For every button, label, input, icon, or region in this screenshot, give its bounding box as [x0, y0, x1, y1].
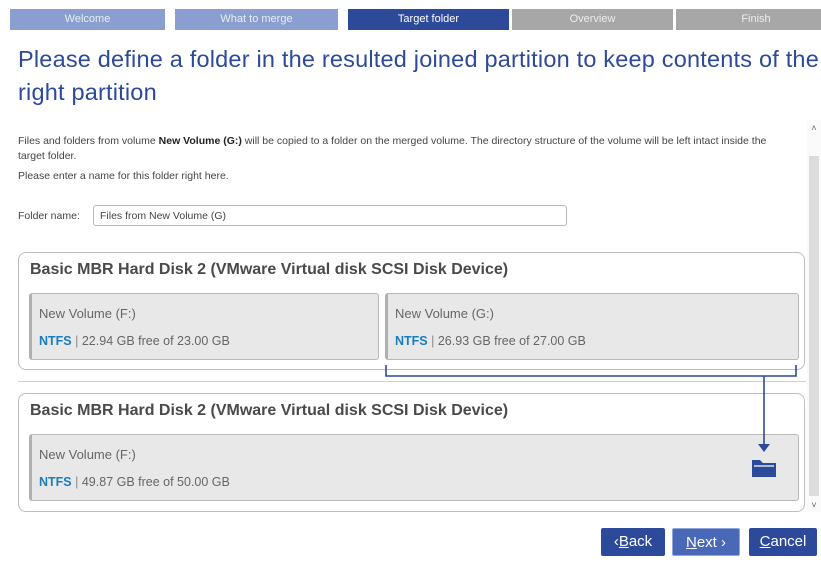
chevron-up-icon[interactable]: ˄ [807, 120, 821, 134]
partition-name: New Volume (F:) [39, 447, 136, 462]
disk-source: Basic MBR Hard Disk 2 (VMware Virtual di… [18, 252, 805, 370]
description: Files and folders from volume New Volume… [18, 134, 794, 164]
partition-size: 26.93 GB free of 27.00 GB [437, 334, 586, 348]
step-target-folder: Target folder [348, 9, 509, 30]
partition-name: New Volume (G:) [395, 306, 494, 321]
description-pre: Files and folders from volume [18, 135, 159, 147]
step-what-to-merge: What to merge [175, 9, 338, 30]
next-arrow: › [721, 534, 727, 551]
next-label: ext [696, 534, 717, 551]
partition-info: NTFS | 26.93 GB free of 27.00 GB [395, 334, 586, 348]
partition-f[interactable]: New Volume (F:) NTFS | 22.94 GB free of … [29, 293, 379, 360]
partition-info: NTFS | 49.87 GB free of 50.00 GB [39, 475, 230, 489]
partition-info: NTFS | 22.94 GB free of 23.00 GB [39, 334, 230, 348]
next-hotkey: N [685, 534, 697, 551]
wizard-steps: Welcome What to merge Target folder Over… [10, 9, 821, 30]
folder-name-input[interactable] [93, 205, 567, 226]
back-button[interactable]: ‹Back [601, 528, 665, 556]
scrollbar[interactable]: ˄ ˅ [807, 120, 821, 512]
disk-title: Basic MBR Hard Disk 2 (VMware Virtual di… [30, 402, 509, 419]
separator: | [431, 334, 435, 348]
divider [18, 381, 806, 382]
back-hotkey: B [618, 533, 629, 550]
disk-title: Basic MBR Hard Disk 2 (VMware Virtual di… [30, 261, 509, 278]
filesystem-label: NTFS [39, 334, 72, 348]
separator: | [75, 334, 79, 348]
step-overview: Overview [512, 9, 673, 30]
cancel-hotkey: C [759, 533, 771, 550]
partition-name: New Volume (F:) [39, 306, 136, 321]
description-volume: New Volume (G:) [158, 135, 242, 147]
partition-merged[interactable]: New Volume (F:) NTFS | 49.87 GB free of … [29, 434, 799, 501]
scroll-thumb[interactable] [809, 156, 819, 496]
filesystem-label: NTFS [395, 334, 428, 348]
filesystem-label: NTFS [39, 475, 72, 489]
disk-result: Basic MBR Hard Disk 2 (VMware Virtual di… [18, 393, 805, 512]
partition-size: 49.87 GB free of 50.00 GB [81, 475, 230, 489]
page-title: Please define a folder in the resulted j… [18, 46, 819, 105]
cancel-label: ancel [770, 533, 807, 550]
folder-name-label: Folder name: [18, 210, 80, 222]
step-welcome: Welcome [10, 9, 165, 30]
step-finish: Finish [676, 9, 821, 30]
description-instruction: Please enter a name for this folder righ… [18, 170, 229, 182]
folder-icon [752, 460, 776, 477]
separator: | [75, 475, 79, 489]
next-button[interactable]: Next › [672, 528, 740, 556]
cancel-button[interactable]: Cancel [749, 528, 817, 556]
back-label: ack [628, 533, 653, 550]
partition-size: 22.94 GB free of 23.00 GB [81, 334, 230, 348]
partition-g[interactable]: New Volume (G:) NTFS | 26.93 GB free of … [385, 293, 799, 360]
chevron-down-icon[interactable]: ˅ [807, 498, 821, 512]
